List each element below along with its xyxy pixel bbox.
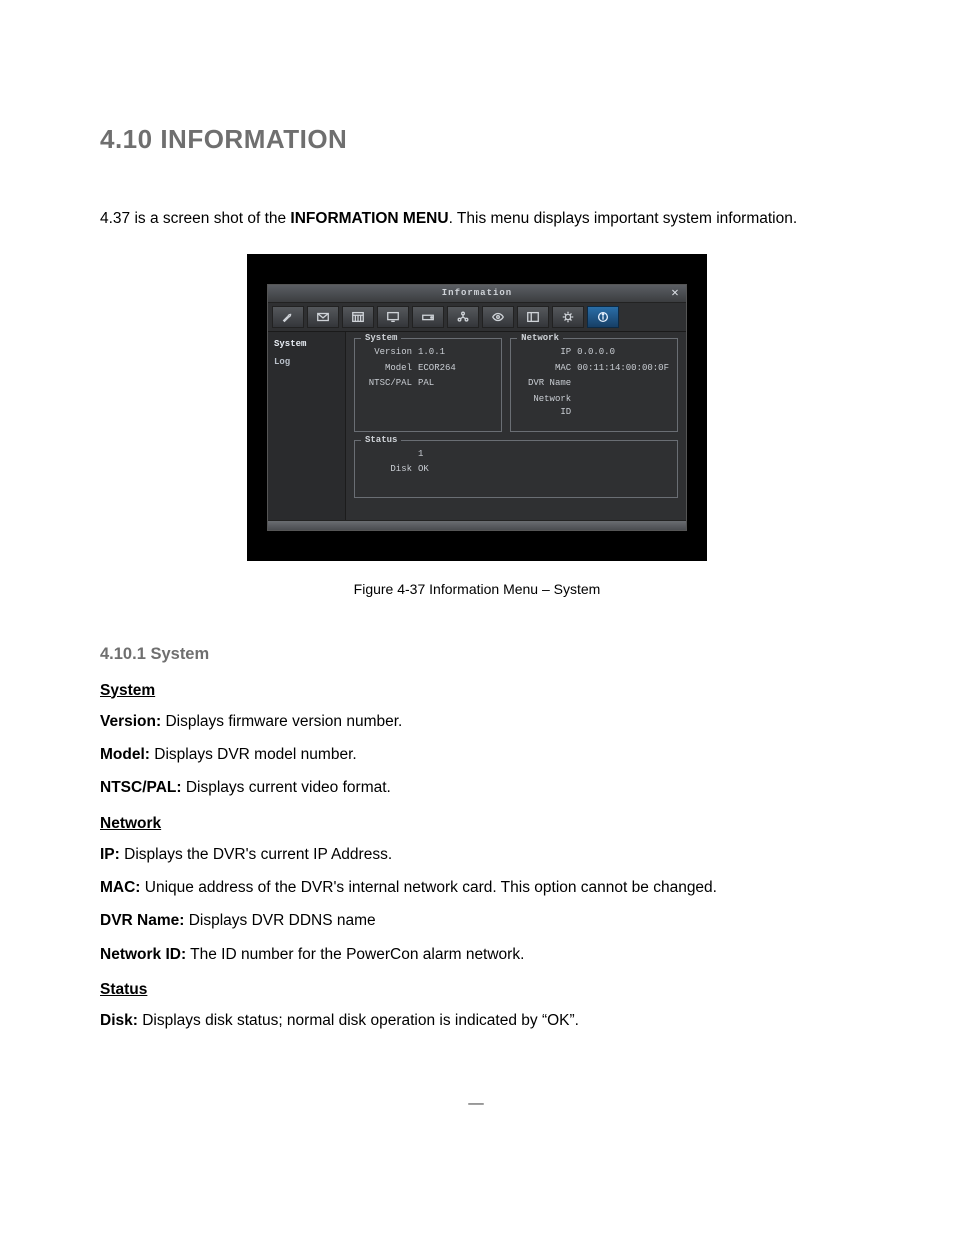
kv-row: MAC00:11:14:00:00:0F — [519, 361, 669, 377]
envelope-icon[interactable] — [307, 306, 339, 328]
close-icon[interactable]: ✕ — [668, 286, 682, 300]
desc-label: IP: — [100, 846, 120, 863]
window-title: Information — [442, 287, 512, 301]
desc-label: DVR Name: — [100, 912, 184, 929]
kv-val: 00:11:14:00:00:0F — [577, 362, 669, 376]
desc-line: Model: Displays DVR model number. — [100, 743, 854, 766]
screenshot-frame: Information ✕ System Log System — [247, 254, 707, 561]
drive-icon[interactable] — [412, 306, 444, 328]
sidebar-item-log[interactable]: Log — [268, 354, 345, 372]
system-fieldset: System Version1.0.1 ModelECOR264 NTSC/PA… — [354, 338, 502, 432]
intro-paragraph: 4.37 is a screen shot of the INFORMATION… — [100, 207, 854, 230]
kv-val — [577, 393, 669, 420]
status-fieldset: Status 1 DiskOK — [354, 440, 678, 498]
monitor-icon[interactable] — [377, 306, 409, 328]
dvr-toolbar — [268, 303, 686, 332]
desc-text: Displays firmware version number. — [161, 713, 402, 730]
desc-line: Network ID: The ID number for the PowerC… — [100, 943, 854, 966]
desc-label: MAC: — [100, 879, 140, 896]
kv-key: Version — [363, 346, 418, 360]
desc-label: Version: — [100, 713, 161, 730]
network-icon[interactable] — [447, 306, 479, 328]
kv-val: 0.0.0.0 — [577, 346, 669, 360]
intro-suffix: . This menu displays important system in… — [449, 210, 798, 227]
desc-text: Displays current video format. — [182, 779, 391, 796]
desc-text: Displays disk status; normal disk operat… — [138, 1012, 579, 1029]
kv-key: Model — [363, 362, 418, 376]
kv-row: Version1.0.1 — [363, 345, 493, 361]
kv-row: NTSC/PALPAL — [363, 376, 493, 392]
dvr-content: System Version1.0.1 ModelECOR264 NTSC/PA… — [346, 332, 686, 520]
kv-key: DVR Name — [519, 377, 577, 391]
eye-icon[interactable] — [482, 306, 514, 328]
desc-label: NTSC/PAL: — [100, 779, 182, 796]
dvr-titlebar: Information ✕ — [268, 285, 686, 303]
kv-val: PAL — [418, 377, 493, 391]
desc-line: Disk: Displays disk status; normal disk … — [100, 1009, 854, 1032]
kv-key — [363, 448, 418, 462]
intro-bold: INFORMATION MENU — [290, 210, 448, 227]
info-icon[interactable] — [587, 306, 619, 328]
layout-icon[interactable] — [517, 306, 549, 328]
kv-row: DiskOK — [363, 462, 669, 478]
kv-row: IP0.0.0.0 — [519, 345, 669, 361]
desc-text: Displays DVR model number. — [150, 746, 357, 763]
kv-row: 1 — [363, 447, 669, 463]
desc-text: Displays DVR DDNS name — [184, 912, 375, 929]
group-title-system: System — [100, 679, 854, 702]
dvr-body: System Log System Version1.0.1 ModelECOR… — [268, 332, 686, 520]
kv-key: Disk — [363, 463, 418, 477]
group-title-network: Network — [100, 812, 854, 835]
page-marker: — — [100, 1092, 854, 1115]
desc-line: Version: Displays firmware version numbe… — [100, 710, 854, 733]
sidebar-item-system[interactable]: System — [268, 336, 345, 354]
kv-key: Network ID — [519, 393, 577, 420]
kv-val: 1 — [418, 448, 669, 462]
network-legend: Network — [517, 332, 563, 346]
system-legend: System — [361, 332, 401, 346]
gear-icon[interactable] — [552, 306, 584, 328]
desc-text: Displays the DVR's current IP Address. — [120, 846, 392, 863]
kv-val: 1.0.1 — [418, 346, 493, 360]
calendar-icon[interactable] — [342, 306, 374, 328]
network-fieldset: Network IP0.0.0.0 MAC00:11:14:00:00:0F D… — [510, 338, 678, 432]
kv-val: ECOR264 — [418, 362, 493, 376]
section-heading: 4.10 INFORMATION — [100, 120, 854, 159]
desc-label: Network ID: — [100, 946, 186, 963]
kv-val: OK — [418, 463, 669, 477]
desc-text: Unique address of the DVR's internal net… — [140, 879, 717, 896]
subsection-heading: 4.10.1 System — [100, 642, 854, 667]
desc-label: Model: — [100, 746, 150, 763]
kv-val — [577, 377, 669, 391]
kv-row: Network ID — [519, 392, 669, 421]
desc-line: MAC: Unique address of the DVR's interna… — [100, 876, 854, 899]
desc-line: NTSC/PAL: Displays current video format. — [100, 776, 854, 799]
dvr-window: Information ✕ System Log System — [267, 284, 687, 531]
group-title-status: Status — [100, 978, 854, 1001]
kv-key: MAC — [519, 362, 577, 376]
kv-key: NTSC/PAL — [363, 377, 418, 391]
desc-label: Disk: — [100, 1012, 138, 1029]
intro-prefix: 4.37 is a screen shot of the — [100, 210, 290, 227]
figure-caption: Figure 4-37 Information Menu – System — [100, 579, 854, 600]
kv-row: DVR Name — [519, 376, 669, 392]
kv-key: IP — [519, 346, 577, 360]
status-legend: Status — [361, 434, 401, 448]
dvr-footer — [268, 520, 686, 530]
dvr-sidebar: System Log — [268, 332, 346, 520]
desc-line: DVR Name: Displays DVR DDNS name — [100, 909, 854, 932]
desc-line: IP: Displays the DVR's current IP Addres… — [100, 843, 854, 866]
wrench-icon[interactable] — [272, 306, 304, 328]
kv-row: ModelECOR264 — [363, 361, 493, 377]
desc-text: The ID number for the PowerCon alarm net… — [186, 946, 524, 963]
